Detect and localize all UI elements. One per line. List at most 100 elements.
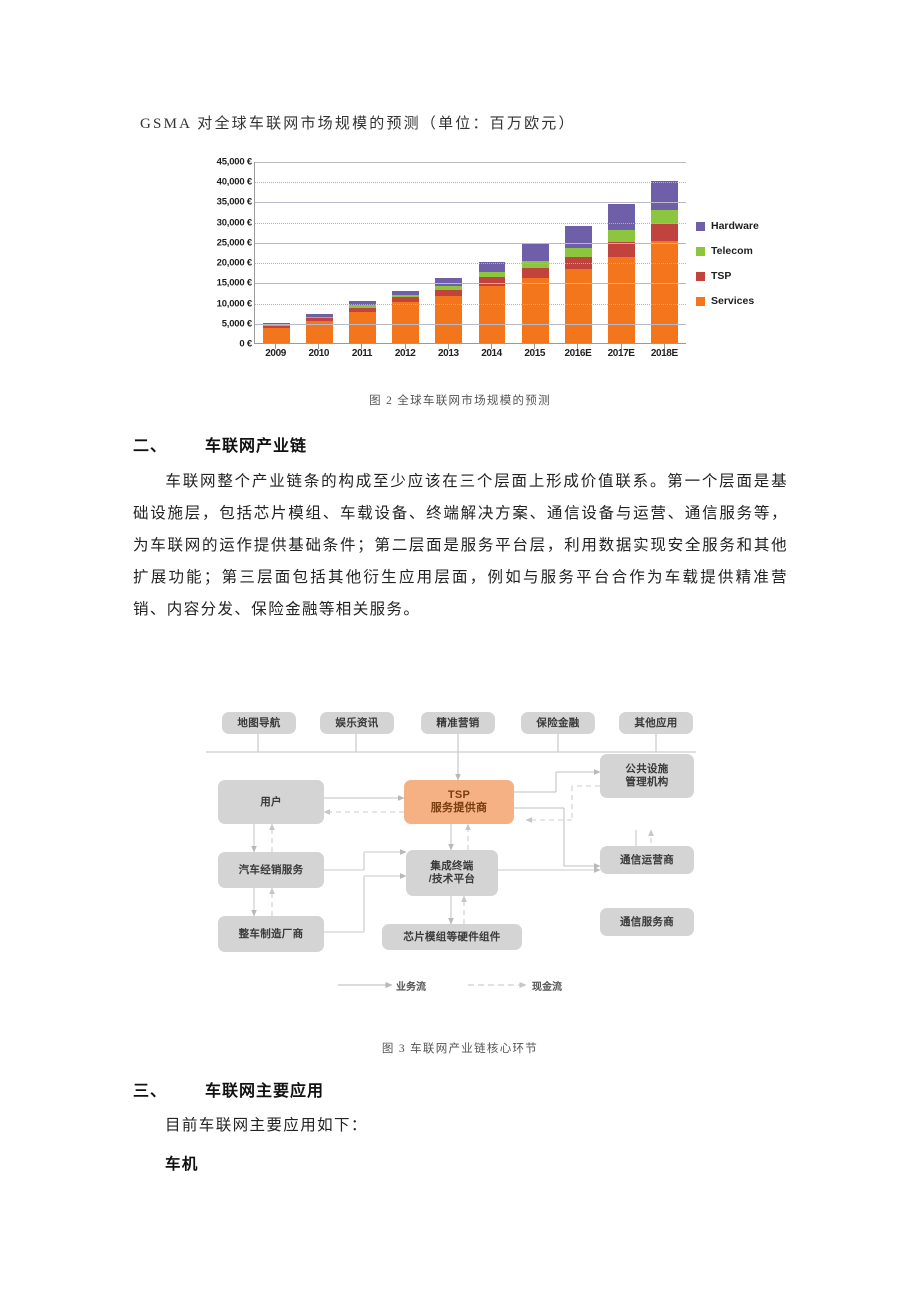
- chart-y-tick-label: 25,000 €: [216, 237, 253, 249]
- chart-bar-segment-services: [521, 278, 549, 343]
- chart-legend-swatch: [696, 246, 705, 256]
- chart-bar-column: [343, 162, 383, 343]
- chart-legend-label: Services: [711, 295, 755, 307]
- chart-bar-segment-services: [392, 301, 420, 343]
- chart-bar-column: [645, 162, 685, 343]
- chart-legend-item: Hardware: [696, 220, 759, 232]
- lead-in-text: 目前车联网主要应用如下：: [165, 1117, 368, 1134]
- chart-x-tick-label: 2010: [308, 348, 330, 359]
- chart-bar-column: [300, 162, 340, 343]
- chart-legend-label: Telecom: [711, 245, 753, 257]
- chart-y-tick-label: 10,000 €: [216, 298, 253, 310]
- chart-y-tick-label: 45,000 €: [216, 156, 253, 168]
- application-item-1-text: 车机: [165, 1156, 199, 1173]
- chart-gridline: [255, 263, 686, 265]
- diagram-node-app-4: 其他应用: [619, 712, 693, 734]
- chart-bar-segment-tsp: [521, 267, 549, 279]
- chart-title-line: GSMA 对全球车联网市场规模的预测（单位：百万欧元）: [140, 116, 576, 132]
- diagram-node-integration-platform: 集成终端 /技术平台: [406, 850, 498, 896]
- chart-bar-segment-services: [607, 257, 635, 343]
- chart-bar-column: [558, 162, 598, 343]
- chart-bar-segment-services: [564, 269, 592, 343]
- tsp-line-1: TSP: [447, 789, 471, 801]
- chart-legend-item: TSP: [696, 270, 759, 282]
- diagram-node-dealer: 汽车经销服务: [218, 852, 324, 888]
- chart-bar-segment-hardware: [521, 244, 549, 261]
- chart-gridline: [255, 283, 686, 285]
- chart-gridline: [255, 162, 686, 163]
- chart-y-tick-label: 20,000 €: [216, 257, 253, 269]
- public-facility-line-2: 管理机构: [625, 776, 669, 788]
- chart-gridline: [255, 303, 686, 305]
- chart-legend-swatch: [696, 221, 705, 231]
- chart-bar-column: [429, 162, 469, 343]
- chart-legend-label: Hardware: [711, 220, 759, 232]
- market-size-chart: 45,000 € 40,000 € 35,000 € 30,000 € 25,000 €…: [196, 157, 766, 380]
- chart-y-tick-label: 30,000 €: [216, 217, 253, 229]
- chart-bar-column: [257, 162, 297, 343]
- chart-bar-segment-telecom: [650, 209, 678, 224]
- chart-y-tick-label: 35,000 €: [216, 196, 253, 208]
- chart-gridline: [255, 182, 686, 184]
- flow-legend-business: 业务流: [396, 982, 426, 993]
- section-heading-2: 二、 车联网产业链: [133, 432, 307, 456]
- chart-x-tick-label: 2012: [394, 348, 416, 359]
- chart-bar-column: [472, 162, 512, 343]
- paragraph-text: 车联网整个产业链条的构成至少应该在三个层面上形成价值联系。第一个层面是基础设施层…: [133, 473, 788, 618]
- diagram-node-app-2: 精准营销: [421, 712, 495, 734]
- diagram-node-oem: 整车制造厂商: [218, 916, 324, 952]
- chart-gridline: [255, 323, 686, 325]
- chart-gridline: [255, 242, 686, 244]
- chart-bar-segment-services: [349, 312, 377, 343]
- diagram-node-telecom-service: 通信服务商: [600, 908, 694, 936]
- diagram-node-user: 用户: [218, 780, 324, 824]
- chart-gridline: [255, 222, 686, 224]
- application-item-1: 车机: [133, 1152, 199, 1174]
- diagram-node-public-facility: 公共设施 管理机构: [600, 754, 694, 798]
- diagram-node-tsp: TSP 服务提供商: [404, 780, 514, 824]
- diagram-node-app-3: 保险金融: [521, 712, 595, 734]
- chart-bar-segment-tsp: [650, 223, 678, 242]
- chart-bar-column: [601, 162, 641, 343]
- chart-y-axis-labels: 45,000 € 40,000 € 35,000 € 30,000 € 25,000 €…: [196, 157, 253, 350]
- chart-bar-segment-telecom: [564, 247, 592, 257]
- chart-y-tick-label: 0 €: [239, 338, 252, 350]
- platform-line-2: /技术平台: [428, 873, 476, 885]
- chart-x-tick-label: 2011: [351, 348, 373, 359]
- chart-bar-segment-telecom: [521, 260, 549, 268]
- chart-y-tick-label: 5,000 €: [221, 318, 252, 330]
- chart-bar-segment-hardware: [564, 225, 592, 248]
- chart-x-tick-label: 2014: [481, 348, 502, 359]
- section-3-title: 车联网主要应用: [205, 1083, 325, 1100]
- chart-bar-column: [515, 162, 555, 343]
- chart-y-tick-label: 40,000 €: [216, 176, 253, 188]
- chart-legend-label: TSP: [711, 270, 732, 282]
- chart-legend-swatch: [696, 296, 705, 306]
- chart-bar-segment-telecom: [607, 230, 635, 243]
- section-3-number: 三、: [133, 1083, 168, 1100]
- chart-bar-segment-hardware: [650, 181, 678, 210]
- section-2-number: 二、: [133, 438, 168, 455]
- platform-line-1: 集成终端: [430, 860, 474, 872]
- chart-x-tick-label: 2017E: [607, 348, 635, 359]
- chart-legend: Hardware Telecom TSP Services: [696, 220, 759, 307]
- industry-chain-diagram: 地图导航 娱乐资讯 精准营销 保险金融 其他应用 用户 汽车经销服务 整车制造厂…: [196, 700, 724, 1000]
- chart-x-tick-label: 2016E: [564, 348, 592, 359]
- chart-legend-swatch: [696, 271, 705, 281]
- public-facility-line-1: 公共设施: [625, 763, 669, 775]
- chart-legend-item: Telecom: [696, 245, 759, 257]
- chart-x-tick-label: 2018E: [650, 348, 678, 359]
- figure-2-caption: 图 2 全球车联网市场规模的预测: [369, 395, 551, 407]
- chart-bar-segment-tsp: [607, 242, 635, 258]
- flow-legend-cash: 现金流: [532, 982, 562, 993]
- diagram-node-app-0: 地图导航: [222, 712, 296, 734]
- paragraph-industry-chain: 车联网整个产业链条的构成至少应该在三个层面上形成价值联系。第一个层面是基础设施层…: [133, 466, 788, 626]
- applications-lead-in: 目前车联网主要应用如下：: [133, 1113, 368, 1135]
- chart-legend-item: Services: [696, 295, 759, 307]
- section-heading-3: 三、 车联网主要应用: [133, 1077, 324, 1101]
- figure-3-caption: 图 3 车联网产业链核心环节: [381, 1043, 539, 1055]
- diagram-node-chipset: 芯片模组等硬件组件: [382, 924, 522, 950]
- chart-y-tick-label: 15,000 €: [216, 277, 253, 289]
- chart-bar-segment-services: [478, 285, 506, 343]
- document-page: GSMA 对全球车联网市场规模的预测（单位：百万欧元） 45,000 € 40,0…: [0, 0, 920, 1302]
